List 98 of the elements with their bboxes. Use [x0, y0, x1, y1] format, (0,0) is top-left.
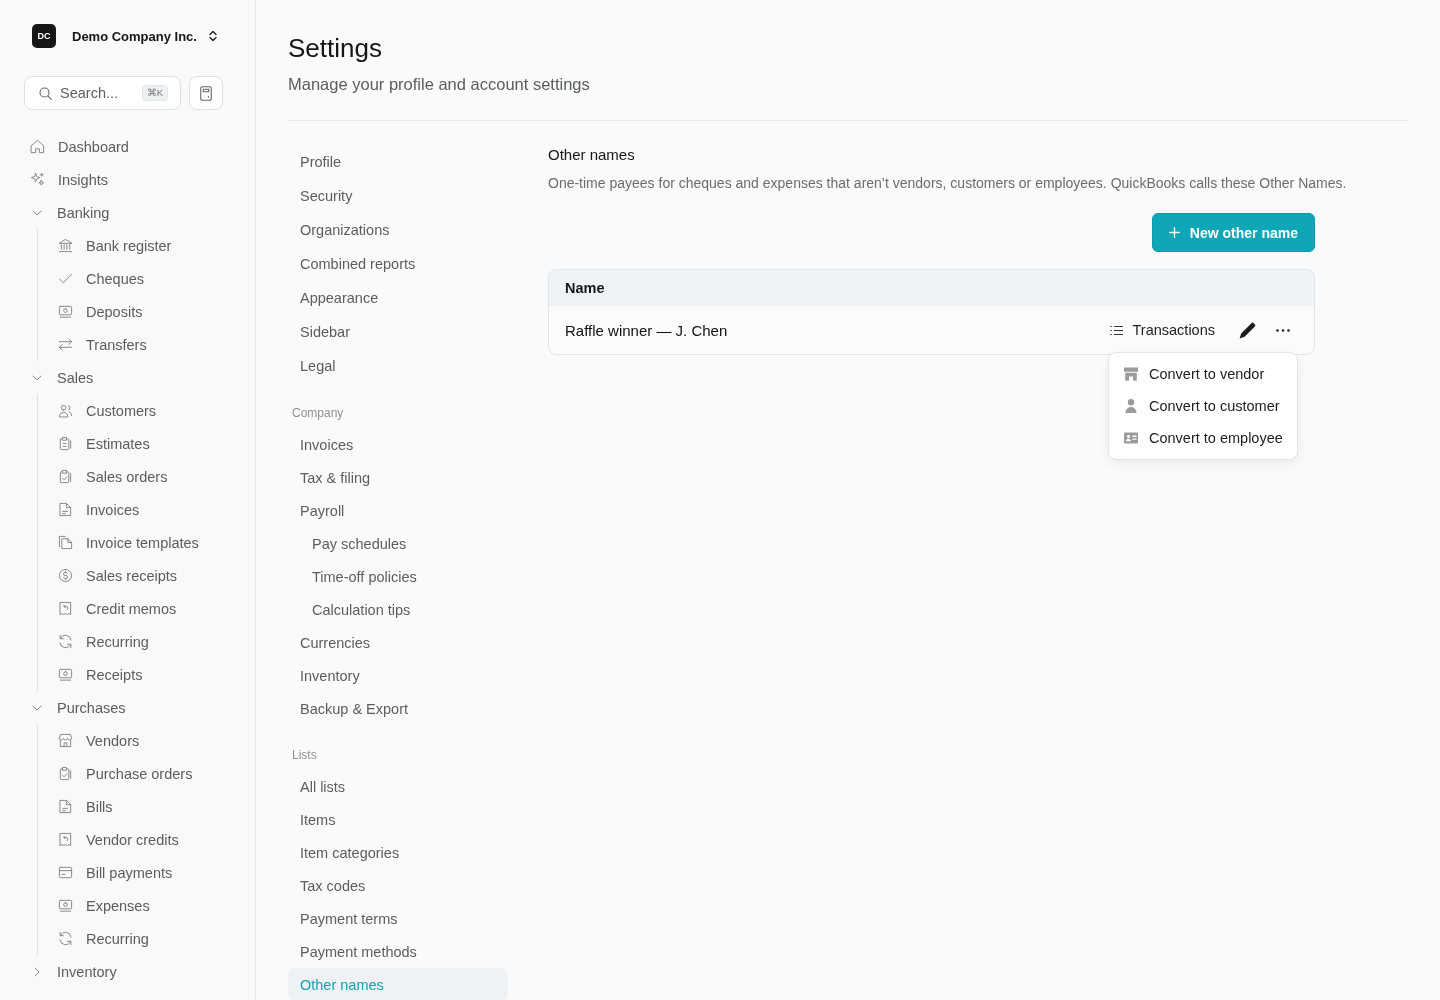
settings-nav-item[interactable]: Inventory	[288, 659, 508, 692]
navigation-group[interactable]: Sales	[24, 361, 231, 394]
shortcut-key: ⌘K	[141, 85, 168, 101]
ellipsis-icon	[1276, 328, 1290, 332]
clipboard-check-icon	[58, 766, 73, 781]
navigation-link[interactable]: Bank register	[38, 229, 231, 262]
settings-nav-item[interactable]: Appearance	[288, 281, 508, 315]
refresh-icon	[58, 931, 73, 946]
settings-nav-item[interactable]: Items	[288, 803, 508, 836]
navigation-link[interactable]: Insights	[24, 163, 231, 196]
navigation-link[interactable]: Sales receipts	[38, 559, 231, 592]
store-icon	[58, 733, 73, 748]
settings-nav-item[interactable]: Organizations	[288, 213, 508, 247]
settings-nav-item[interactable]: Tax & filing	[288, 461, 508, 494]
banknote-icon	[58, 667, 73, 682]
settings-nav-item[interactable]: Tax codes	[288, 869, 508, 902]
settings-nav-item[interactable]: Combined reports	[288, 247, 508, 281]
navigation-link[interactable]: Recurring	[38, 922, 231, 955]
document-icon	[58, 502, 73, 517]
navigation-link[interactable]: Recurring	[38, 625, 231, 658]
navigation-link[interactable]: Vendors	[38, 724, 231, 757]
navigation-link[interactable]: Estimates	[38, 427, 231, 460]
payee-name: Raffle winner — J. Chen	[565, 321, 729, 339]
card-icon	[58, 865, 73, 880]
company-switcher[interactable]: Demo Company Inc.	[72, 28, 217, 44]
section-title: Other names	[548, 145, 636, 165]
column-header: Name	[564, 280, 605, 296]
company-logo: DC	[32, 24, 56, 48]
navigation-group[interactable]: Banking	[24, 196, 231, 229]
pencil-icon	[1238, 321, 1256, 339]
settings-nav-item[interactable]: Payment methods	[288, 935, 508, 968]
settings-nav-item[interactable]: Pay schedules	[288, 527, 508, 560]
search-input[interactable]: Search...	[60, 85, 134, 101]
settings-nav-item[interactable]: Payment terms	[288, 902, 508, 935]
page-title: Settings	[288, 32, 383, 64]
settings-nav-item[interactable]: Calculation tips	[288, 593, 508, 626]
section-heading: Company	[291, 405, 345, 422]
navigation-link[interactable]: Transfers	[38, 328, 231, 361]
arrows-icon	[58, 337, 73, 352]
calculator-button[interactable]	[189, 76, 223, 110]
page-subtitle: Manage your profile and account settings	[288, 74, 591, 95]
settings-nav-item[interactable]: All lists	[288, 770, 508, 803]
navigation-link[interactable]: Receipts	[38, 658, 231, 691]
settings-nav-item[interactable]: Security	[288, 179, 508, 213]
navigation-link[interactable]: Bills	[38, 790, 231, 823]
person-icon	[1123, 398, 1139, 414]
receipt-icon	[58, 832, 73, 847]
plus-icon	[1168, 227, 1180, 238]
menu-item[interactable]: Convert to customer	[1109, 390, 1297, 422]
settings-nav-item[interactable]: Legal	[288, 349, 508, 383]
dollar-icon	[58, 568, 73, 583]
clipboard-icon	[58, 436, 73, 451]
section-description: One-time payees for cheques and expenses that aren’t vendors, customers or employees. QuickBooks calls these Other Names.	[548, 174, 1348, 193]
clipboard-check-icon	[58, 469, 73, 484]
navigation-link[interactable]: Bill payments	[38, 856, 231, 889]
settings-nav-item[interactable]: Item categories	[288, 836, 508, 869]
navigation-link[interactable]: Invoices	[38, 493, 231, 526]
calculator-icon	[200, 85, 212, 101]
settings-nav-item[interactable]: Currencies	[288, 626, 508, 659]
settings-nav-item[interactable]: Sidebar	[288, 315, 508, 349]
search-field[interactable]: Search... ⌘K	[24, 76, 181, 110]
navigation-link[interactable]: Expenses	[38, 889, 231, 922]
transactions-link[interactable]: Transactions	[1109, 322, 1215, 338]
settings-nav-item[interactable]: Invoices	[288, 428, 508, 461]
document-icon	[58, 799, 73, 814]
banknote-icon	[58, 304, 73, 319]
navigation-link[interactable]: Sales orders	[38, 460, 231, 493]
navigation-link[interactable]: Deposits	[38, 295, 231, 328]
settings-nav-item[interactable]: Backup & Export	[288, 692, 508, 725]
navigation-link[interactable]: Purchase orders	[38, 757, 231, 790]
settings-nav-item[interactable]: Payroll	[288, 494, 508, 527]
navigation-group[interactable]: Inventory	[24, 955, 231, 988]
checkmark-icon	[58, 271, 73, 286]
section-heading: Lists	[291, 747, 318, 764]
refresh-icon	[58, 634, 73, 649]
navigation-link[interactable]: Invoice templates	[38, 526, 231, 559]
navigation-link[interactable]: Vendor credits	[38, 823, 231, 856]
navigation-link[interactable]: Credit memos	[38, 592, 231, 625]
chevrons-up-down-icon	[208, 30, 217, 42]
list-icon	[1109, 324, 1123, 336]
banknote-icon	[58, 898, 73, 913]
navigation-link[interactable]: Dashboard	[24, 130, 231, 163]
house-icon	[30, 139, 45, 154]
search-icon	[39, 86, 52, 100]
bank-icon	[58, 238, 73, 253]
menu-item[interactable]: Convert to employee	[1109, 422, 1297, 454]
settings-nav-item[interactable]: Profile	[288, 145, 508, 179]
store-icon	[1123, 366, 1139, 382]
navigation-link[interactable]: Customers	[38, 394, 231, 427]
people-icon	[58, 403, 73, 418]
sparkles-icon	[30, 172, 45, 187]
id-card-icon	[1123, 430, 1139, 446]
navigation-link[interactable]: Cheques	[38, 262, 231, 295]
navigation-group[interactable]: Purchases	[24, 691, 231, 724]
receipt-icon	[58, 601, 73, 616]
settings-nav-item[interactable]: Time-off policies	[288, 560, 508, 593]
documents-icon	[58, 535, 73, 550]
menu-item[interactable]: Convert to vendor	[1109, 358, 1297, 390]
